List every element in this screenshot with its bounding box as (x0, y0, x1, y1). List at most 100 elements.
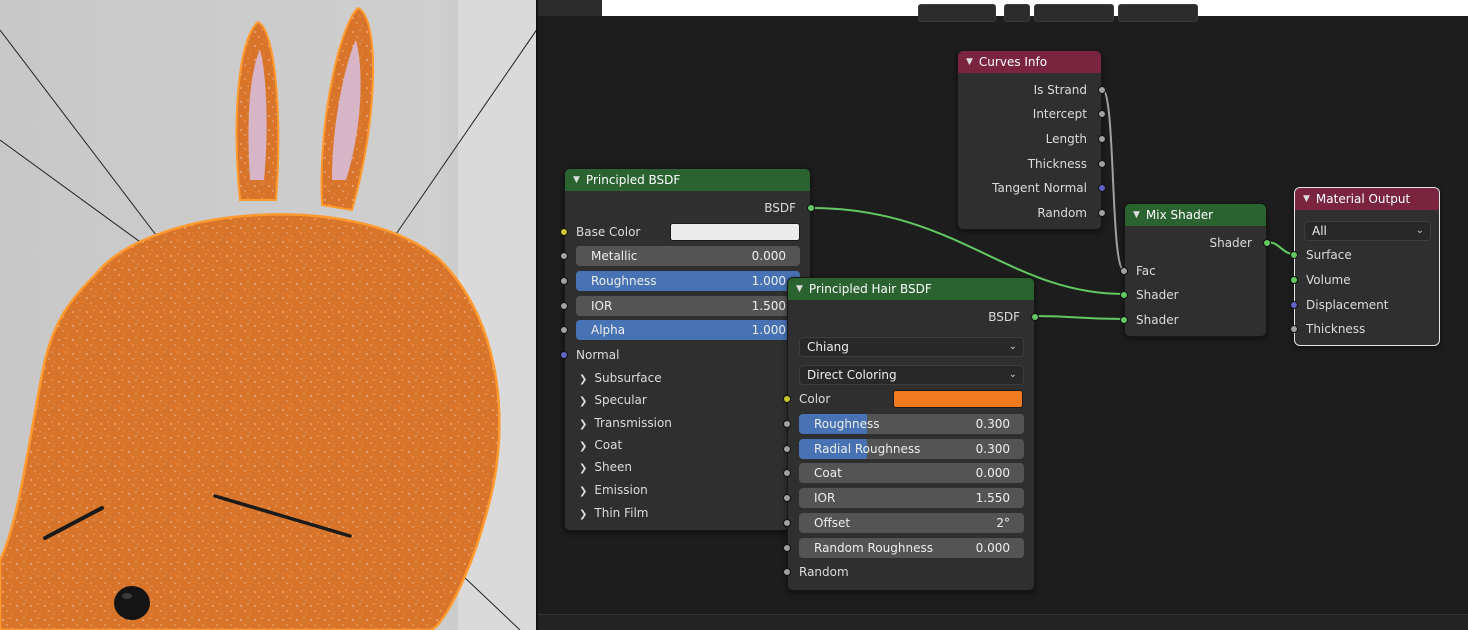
input-socket[interactable] (1120, 267, 1128, 275)
input-label: Volume (1306, 273, 1351, 287)
panel-specular[interactable]: ❯ Specular (565, 389, 810, 411)
ior-slider[interactable]: IOR 1.500 (576, 296, 800, 316)
slider-label: Coat (814, 466, 842, 480)
chevron-down-icon[interactable]: ▼ (796, 284, 803, 294)
roughness-slider[interactable]: Roughness 0.300 (799, 414, 1024, 434)
panel-emission[interactable]: ❯ Emission (565, 479, 810, 501)
output-socket[interactable] (1098, 209, 1106, 217)
input-socket[interactable] (783, 420, 791, 428)
panel-label: Emission (594, 483, 648, 497)
header-material-selector[interactable] (1034, 4, 1114, 22)
output-intercept: Intercept (958, 103, 1106, 125)
curves-info-header[interactable]: ▼ Curves Info (958, 51, 1101, 73)
input-fac: Fac (1120, 260, 1266, 282)
output-bsdf: BSDF (565, 197, 815, 219)
output-socket[interactable] (1098, 86, 1106, 94)
chevron-down-icon[interactable]: ▼ (966, 57, 973, 67)
input-radial-roughness: Radial Roughness 0.300 (783, 438, 1034, 460)
principled-hair-bsdf-node[interactable]: ▼ Principled Hair BSDF BSDF Chiang ⌄ Dir… (783, 277, 1039, 591)
input-socket[interactable] (783, 469, 791, 477)
chevron-right-icon: ❯ (579, 419, 588, 430)
ior-slider[interactable]: IOR 1.550 (799, 488, 1024, 508)
input-socket[interactable] (783, 395, 791, 403)
output-shader: Shader (1125, 232, 1271, 254)
alpha-slider[interactable]: Alpha 1.000 (576, 320, 800, 340)
input-socket[interactable] (560, 326, 568, 334)
input-socket[interactable] (560, 228, 568, 236)
input-socket[interactable] (783, 494, 791, 502)
coat-slider[interactable]: Coat 0.000 (799, 463, 1024, 483)
offset-slider[interactable]: Offset 2° (799, 513, 1024, 533)
panel-transmission[interactable]: ❯ Transmission (565, 412, 810, 434)
output-socket[interactable] (1098, 184, 1106, 192)
base-color-swatch[interactable] (670, 223, 800, 241)
mix-shader-header[interactable]: ▼ Mix Shader (1125, 204, 1266, 226)
input-socket[interactable] (1290, 325, 1298, 333)
3d-viewport[interactable] (0, 0, 536, 630)
material-output-node[interactable]: ▼ Material Output All ⌄ Surface Volume D… (1290, 187, 1440, 346)
output-socket[interactable] (1098, 110, 1106, 118)
chevron-down-icon[interactable]: ▼ (1303, 194, 1310, 204)
metallic-slider[interactable]: Metallic 0.000 (576, 246, 800, 266)
input-label: Shader (1136, 313, 1179, 327)
principled-bsdf-header[interactable]: ▼ Principled BSDF (565, 169, 810, 191)
principled-hair-bsdf-header[interactable]: ▼ Principled Hair BSDF (788, 278, 1034, 300)
curves-info-node[interactable]: ▼ Curves Info Is Strand Intercept Length… (957, 50, 1106, 230)
principled-bsdf-node[interactable]: ▼ Principled BSDF BSDF Base Color Metall… (560, 168, 815, 531)
material-output-header[interactable]: ▼ Material Output (1295, 188, 1439, 210)
input-volume: Volume (1290, 269, 1439, 291)
mix-shader-node[interactable]: ▼ Mix Shader Shader Fac Shader Shader (1120, 203, 1271, 337)
header-material-actions[interactable] (1118, 4, 1198, 22)
output-socket[interactable] (1098, 160, 1106, 168)
editor-header-left (538, 0, 602, 16)
output-socket[interactable] (807, 204, 815, 212)
input-socket[interactable] (783, 519, 791, 527)
output-label: Intercept (1032, 107, 1087, 121)
output-socket[interactable] (1098, 135, 1106, 143)
nose-highlight (122, 593, 132, 599)
output-label: BSDF (764, 201, 796, 215)
slider-label: Roughness (591, 274, 657, 288)
output-socket[interactable] (1263, 239, 1271, 247)
input-random-roughness: Random Roughness 0.000 (783, 537, 1034, 559)
input-socket[interactable] (783, 568, 791, 576)
hair-color-swatch[interactable] (893, 390, 1023, 408)
input-socket[interactable] (560, 302, 568, 310)
editor-scrollbar[interactable] (538, 614, 1468, 630)
model-dropdown[interactable]: Chiang ⌄ (799, 337, 1024, 357)
input-socket[interactable] (1120, 291, 1128, 299)
input-socket[interactable] (560, 277, 568, 285)
target-dropdown[interactable]: All ⌄ (1304, 221, 1431, 241)
panel-thin-film[interactable]: ❯ Thin Film (565, 502, 810, 524)
panel-coat[interactable]: ❯ Coat (565, 434, 810, 456)
input-socket[interactable] (1290, 276, 1298, 284)
input-socket[interactable] (560, 252, 568, 260)
random-roughness-slider[interactable]: Random Roughness 0.000 (799, 538, 1024, 558)
input-roughness: Roughness 1.000 (560, 270, 810, 292)
input-socket[interactable] (1290, 251, 1298, 259)
chevron-right-icon: ❯ (579, 374, 588, 385)
input-socket[interactable] (560, 351, 568, 359)
panel-subsurface[interactable]: ❯ Subsurface (565, 367, 810, 389)
header-shield-icon[interactable] (1004, 4, 1030, 22)
slider-label: Offset (814, 516, 851, 530)
input-socket[interactable] (1120, 316, 1128, 324)
panel-sheen[interactable]: ❯ Sheen (565, 456, 810, 478)
chevron-down-icon[interactable]: ▼ (573, 175, 580, 185)
slider-value: 1.550 (975, 491, 1010, 505)
output-random: Random (958, 202, 1106, 224)
panel-label: Sheen (594, 460, 632, 474)
input-socket[interactable] (783, 544, 791, 552)
output-socket[interactable] (1031, 313, 1039, 321)
parametrization-dropdown[interactable]: Direct Coloring ⌄ (799, 365, 1024, 385)
input-socket[interactable] (783, 445, 791, 453)
shader-node-editor[interactable]: ▼ Principled BSDF BSDF Base Color Metall… (538, 0, 1468, 630)
chevron-down-icon[interactable]: ▼ (1133, 210, 1140, 220)
radial-roughness-slider[interactable]: Radial Roughness 0.300 (799, 439, 1024, 459)
slider-value: 0.000 (975, 541, 1010, 555)
slider-label: Metallic (591, 249, 638, 263)
input-socket[interactable] (1290, 301, 1298, 309)
roughness-slider[interactable]: Roughness 1.000 (576, 271, 800, 291)
header-widget[interactable] (918, 4, 996, 22)
input-shader-2: Shader (1120, 309, 1266, 331)
